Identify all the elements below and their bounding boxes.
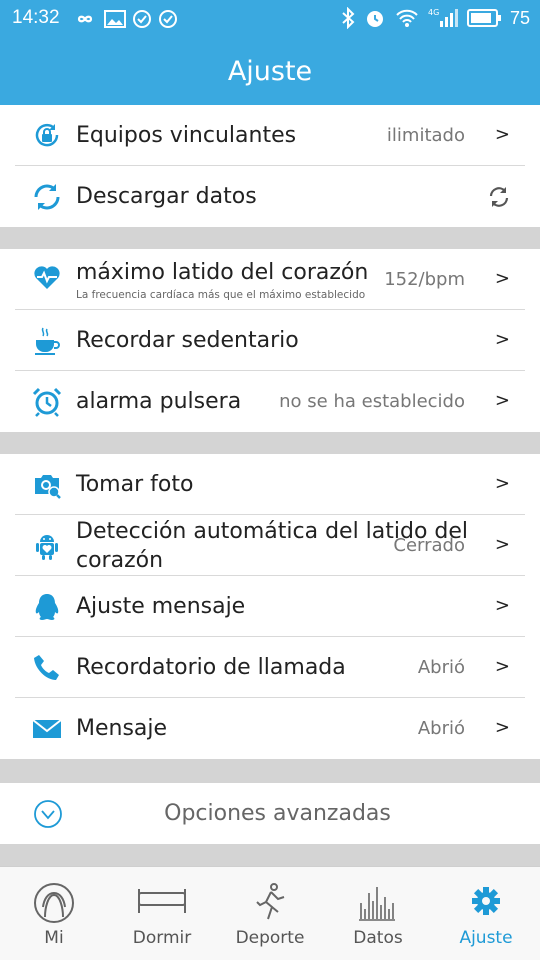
tab-label: Mi — [44, 928, 64, 948]
row-take-photo[interactable]: Tomar foto > — [0, 454, 540, 515]
chevron-right-icon: > — [494, 656, 510, 677]
row-download-data[interactable]: Descargar datos — [0, 166, 540, 227]
runner-icon — [256, 883, 285, 920]
row-message[interactable]: Mensaje Abrió > — [0, 698, 540, 759]
chevron-right-icon: > — [494, 595, 510, 616]
row-subtitle: La frecuencia cardíaca más que el máximo… — [76, 289, 366, 301]
bottom-tab-bar: Mi Dormir Deporte Datos Ajuste — [0, 866, 540, 960]
phone-icon — [34, 655, 59, 680]
row-value: 152/bpm — [384, 269, 465, 290]
settings-section-health: máximo latido del corazón La frecuencia … — [0, 249, 540, 432]
battery-percent: 75 — [509, 7, 530, 28]
user-face-icon — [34, 883, 74, 923]
row-max-heart-rate[interactable]: máximo latido del corazón La frecuencia … — [0, 249, 540, 310]
row-call-reminder[interactable]: Recordatorio de llamada Abrió > — [0, 637, 540, 698]
check-circle-icon — [159, 10, 177, 28]
settings-section-notifications: Tomar foto > Detección automática del la… — [0, 454, 540, 759]
bed-icon — [138, 889, 186, 913]
row-message-settings[interactable]: Ajuste mensaje > — [0, 576, 540, 637]
cell-signal-icon: 4G — [428, 8, 458, 27]
row-value: Abrió — [417, 657, 465, 678]
chevron-right-icon: > — [494, 534, 510, 555]
lock-sync-icon — [35, 123, 59, 147]
svg-text:4G: 4G — [428, 8, 439, 17]
infinity-icon — [77, 15, 93, 23]
tab-ajuste[interactable]: Ajuste — [432, 867, 540, 960]
chevron-right-icon: > — [494, 717, 510, 738]
advanced-options-label: Opciones avanzadas — [164, 801, 391, 826]
alarm-icon — [366, 11, 383, 27]
row-sedentary-reminder[interactable]: Recordar sedentario > — [0, 310, 540, 371]
image-icon — [104, 10, 126, 28]
chevron-right-icon: > — [494, 329, 510, 350]
gear-icon — [472, 887, 500, 915]
tab-dormir[interactable]: Dormir — [108, 867, 216, 960]
row-linked-devices[interactable]: Equipos vinculantes ilimitado > — [0, 105, 540, 166]
advanced-options-button[interactable]: Opciones avanzadas — [0, 783, 540, 844]
chevron-right-icon: > — [494, 473, 510, 494]
check-circle-icon — [133, 10, 151, 28]
android-icon — [36, 535, 58, 560]
page-title: Ajuste — [227, 56, 313, 87]
row-auto-heart-rate[interactable]: Detección automática del latido del cora… — [0, 515, 540, 576]
row-label: alarma pulsera — [76, 389, 242, 414]
wifi-icon — [396, 9, 418, 27]
row-label: Tomar foto — [76, 472, 194, 497]
row-label: máximo latido del corazón — [76, 260, 369, 285]
system-icons: 4G 75 — [341, 7, 530, 29]
row-value: Cerrado — [393, 535, 465, 556]
refresh-icon[interactable] — [488, 186, 510, 208]
battery-icon — [466, 9, 501, 27]
chevron-right-icon: > — [494, 124, 510, 145]
header: Ajuste — [0, 38, 540, 105]
row-label: Mensaje — [76, 716, 168, 741]
heart-pulse-icon — [34, 266, 60, 289]
status-bar: 14:32 4G 75 — [0, 0, 540, 38]
bluetooth-icon — [342, 7, 355, 29]
row-label: Recordar sedentario — [76, 328, 299, 353]
row-label: Ajuste mensaje — [76, 594, 246, 619]
tab-datos[interactable]: Datos — [324, 867, 432, 960]
tab-label: Ajuste — [459, 928, 513, 948]
row-value: no se ha establecido — [279, 391, 465, 412]
chevron-right-icon: > — [494, 390, 510, 411]
row-wristband-alarm[interactable]: alarma pulsera no se ha establecido > — [0, 371, 540, 432]
row-label-line2: corazón — [76, 548, 164, 573]
status-time: 14:32 — [12, 7, 60, 28]
tab-label: Datos — [353, 928, 403, 948]
qq-penguin-icon — [35, 594, 59, 620]
settings-section-devices: Equipos vinculantes ilimitado > Descarga… — [0, 105, 540, 227]
tab-label: Deporte — [235, 928, 305, 948]
coffee-cup-icon — [35, 327, 60, 355]
row-label: Equipos vinculantes — [76, 123, 297, 148]
row-value: ilimitado — [386, 125, 465, 146]
row-label: Descargar datos — [76, 184, 257, 209]
bar-chart-icon — [359, 887, 395, 921]
row-value: Abrió — [417, 718, 465, 739]
alarm-clock-icon — [32, 387, 62, 417]
chevron-right-icon: > — [494, 268, 510, 289]
envelope-icon — [32, 719, 62, 738]
tab-mi[interactable]: Mi — [0, 867, 108, 960]
notification-icons — [72, 9, 178, 29]
row-label: Recordatorio de llamada — [76, 655, 346, 680]
sync-icon — [34, 184, 60, 210]
tab-deporte[interactable]: Deporte — [216, 867, 324, 960]
tab-label: Dormir — [132, 928, 192, 948]
camera-icon — [35, 475, 61, 499]
